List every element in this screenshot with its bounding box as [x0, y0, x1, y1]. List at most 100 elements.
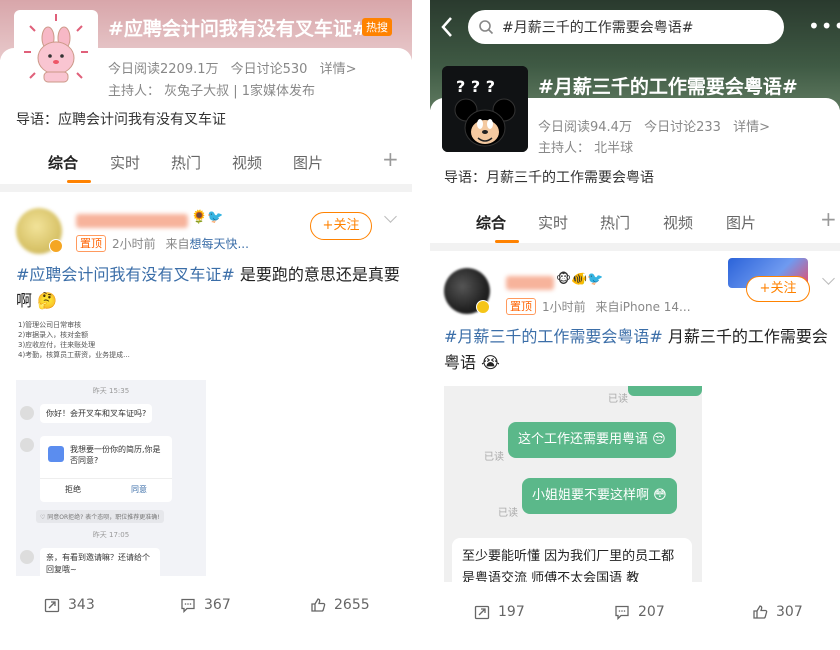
tab-video[interactable]: 视频	[663, 212, 726, 233]
topic-avatar[interactable]	[14, 10, 98, 94]
like-count: 2655	[334, 597, 370, 613]
post-source[interactable]: 来自iPhone 14...	[595, 300, 690, 314]
more-options-icon[interactable]: •••	[808, 14, 840, 38]
tab-video[interactable]: 视频	[232, 152, 293, 173]
mickey-mouse-icon: ? ? ?	[442, 66, 528, 152]
like-icon	[311, 598, 326, 612]
recruiter-avatar-3	[20, 550, 34, 564]
read-count: 今日阅读94.4万	[538, 120, 632, 135]
svg-text:? ? ?: ? ? ?	[456, 77, 495, 96]
comment-action[interactable]: 207	[614, 604, 665, 620]
topic-title: #月薪三千的工作需要会粤语#	[538, 76, 798, 98]
search-icon	[479, 20, 494, 35]
repost-action[interactable]: 197	[474, 604, 525, 620]
post-meta: 2小时前 来自想每天快...	[112, 237, 249, 251]
recruiter-avatar	[20, 406, 34, 420]
read-label: 已读	[608, 394, 628, 405]
chat-bubble-cropped	[628, 386, 702, 396]
like-action[interactable]: 307	[752, 604, 803, 620]
thinking-emoji-icon: 🤔	[37, 291, 58, 310]
topic-tabs: 综合 实时 热门 视频 图片	[48, 152, 354, 183]
author-emoji-icons: 🐵🐠🐦	[556, 272, 604, 287]
comment-icon	[181, 598, 195, 613]
verified-badge-icon	[476, 300, 490, 314]
repost-icon	[44, 598, 60, 613]
pinned-badge: 置顶	[76, 235, 106, 252]
chat-message-1: 你好！会开叉车和叉车证吗?	[40, 404, 153, 423]
system-notice: ♡ 同意OR拒绝? 表个态呗，职位推荐更准确!	[36, 510, 164, 523]
discussion-count: 今日讨论530	[230, 62, 308, 77]
tab-all[interactable]: 综合	[48, 152, 110, 183]
comment-count: 207	[638, 604, 665, 620]
follow-button[interactable]: +关注	[746, 276, 810, 302]
like-count: 307	[776, 604, 803, 620]
search-bar[interactable]: #月薪三千的工作需要会粤语#	[468, 10, 784, 44]
add-tab-icon[interactable]: +	[820, 207, 837, 231]
author-emoji-icons: 🌻🐦	[191, 210, 224, 225]
chat-message-1: 这个工作还需要用粤语 😒	[508, 422, 676, 458]
topic-lead: 导语：应聘会计问我有没有叉车证	[16, 112, 226, 128]
comment-count: 367	[204, 597, 231, 613]
topic-title: #应聘会计问我有没有叉车证#	[108, 18, 368, 40]
post-source[interactable]: 想每天快...	[189, 237, 248, 251]
post-hashtag[interactable]: #应聘会计问我有没有叉车证#	[16, 265, 235, 284]
like-action[interactable]: 2655	[310, 597, 370, 613]
left-topic-page: #应聘会计问我有没有叉车证# 热搜 今日阅读2209.1万 今日讨论530 详情…	[0, 0, 412, 640]
repost-action[interactable]: 343	[44, 597, 95, 613]
tab-images[interactable]: 图片	[726, 212, 786, 233]
post-hashtag[interactable]: #月薪三千的工作需要会粤语#	[444, 327, 663, 346]
read-label-2: 已读	[484, 452, 504, 463]
tab-all[interactable]: 综合	[476, 212, 538, 243]
reject-button[interactable]: 拒绝	[40, 484, 106, 495]
post-menu-chevron-icon[interactable]	[384, 210, 397, 223]
verified-badge-icon	[49, 239, 63, 253]
post-meta: 1小时前 来自iPhone 14...	[542, 298, 691, 315]
chat-message-3: 至少要能听懂 因为我们厂里的员工都是粤语交流 师傅不太会国语 教	[452, 538, 692, 582]
right-topic-page: #月薪三千的工作需要会粤语# ••• ? ? ? #月薪三千的工作需要会粤语# …	[430, 0, 840, 640]
resume-request-card: 我想要一份你的简历,你是否同意? 拒绝 同意	[40, 436, 172, 502]
post-author-name[interactable]	[506, 276, 554, 290]
topic-stats: 今日阅读2209.1万 今日讨论530 详情>	[108, 58, 357, 77]
bunny-sticker-icon	[24, 14, 88, 83]
post-text: #应聘会计问我有没有叉车证# 是要跑的意思还是真要啊 🤔	[16, 262, 401, 314]
post-image[interactable]: 已读 这个工作还需要用粤语 😒 已读 小姐姐要不要这样啊 😳 已读 至少要能听懂…	[444, 386, 702, 582]
crying-emoji-icon: 😭	[481, 353, 500, 372]
job-duties: 1)管理公司日常审核 2)审据录入，核对金额 3)应收应付，往来账处理 4)考勤…	[18, 321, 130, 359]
section-divider	[0, 184, 412, 192]
agree-button[interactable]: 同意	[106, 484, 172, 495]
chat-message-2: 小姐姐要不要这样啊 😳	[522, 478, 677, 514]
comment-action[interactable]: 367	[180, 597, 231, 613]
tab-hot[interactable]: 热门	[600, 212, 663, 233]
back-arrow-icon[interactable]	[440, 16, 454, 38]
repost-icon	[474, 605, 490, 620]
tab-hot[interactable]: 热门	[171, 152, 232, 173]
topic-tabs: 综合 实时 热门 视频 图片	[476, 212, 786, 243]
tab-realtime[interactable]: 实时	[110, 152, 171, 173]
post-image[interactable]: 1)管理公司日常审核 2)审据录入，核对金额 3)应收应付，往来账处理 4)考勤…	[16, 316, 206, 576]
recruiter-avatar-2	[20, 438, 34, 452]
post-time: 1小时前	[542, 300, 586, 314]
topic-avatar[interactable]: ? ? ?	[442, 66, 528, 152]
post-author-name[interactable]	[76, 214, 188, 228]
topic-lead: 导语：月薪三千的工作需要会粤语	[444, 170, 654, 186]
tab-images[interactable]: 图片	[293, 152, 354, 173]
add-tab-icon[interactable]: +	[382, 147, 399, 171]
chat-time-2: 昨天 17:05	[92, 531, 130, 539]
search-input[interactable]: #月薪三千的工作需要会粤语#	[502, 17, 693, 37]
comment-icon	[615, 605, 629, 620]
topic-stats: 今日阅读94.4万 今日讨论233 详情>	[538, 116, 770, 135]
repost-count: 343	[68, 597, 95, 613]
topic-host: 主持人： 灰兔子大叔 | 1家媒体发布	[108, 84, 316, 99]
details-link[interactable]: 详情>	[733, 120, 770, 135]
post-time: 2小时前	[112, 237, 156, 251]
post-menu-chevron-icon[interactable]	[822, 272, 835, 285]
resume-icon	[48, 446, 64, 462]
hot-badge: 热搜	[362, 18, 392, 36]
chat-message-3: 亲，有看到邀请嘛？还请给个回复哦~	[40, 548, 160, 576]
chat-time-1: 昨天 15:35	[92, 387, 130, 395]
follow-button[interactable]: +关注	[310, 212, 372, 240]
details-link[interactable]: 详情>	[320, 62, 357, 77]
pinned-badge: 置顶	[506, 298, 536, 315]
tab-realtime[interactable]: 实时	[538, 212, 600, 233]
read-count: 今日阅读2209.1万	[108, 62, 219, 77]
